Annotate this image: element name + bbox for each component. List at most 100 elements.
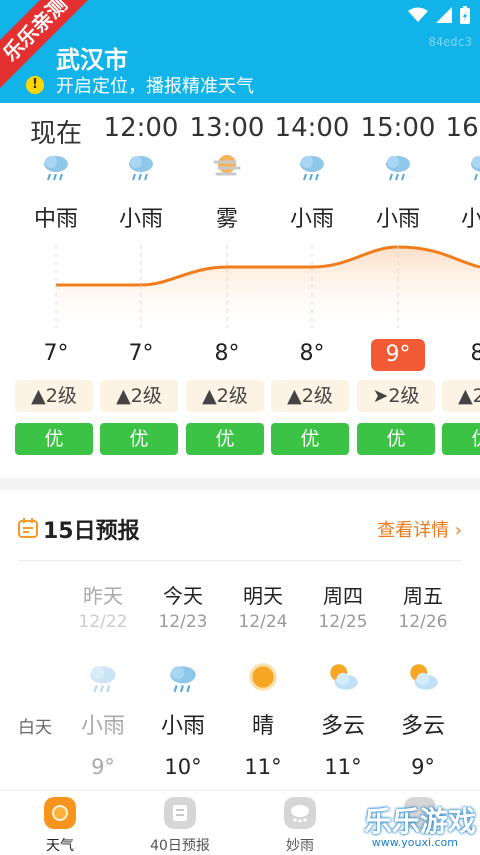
device-id: 84edc3 [428, 35, 472, 49]
hour-condition: 中雨 [33, 207, 78, 232]
day-date: 12/23 [158, 612, 208, 632]
watermark-logo: 乐乐游戏 [363, 805, 476, 838]
hour-aqi: 优 [442, 423, 480, 455]
status-bar [408, 6, 470, 24]
wifi-icon [408, 7, 428, 22]
fog-icon [213, 155, 241, 176]
section-divider [0, 478, 480, 490]
calendar-icon [18, 518, 38, 538]
day-condition: 小雨 [80, 714, 125, 739]
rain-cloud-icon [471, 156, 480, 181]
rain-cloud-icon [386, 156, 410, 181]
wind-direction-icon: ▲ [31, 385, 46, 407]
day-condition: 小雨 [160, 714, 205, 739]
nav-label: 天气 [46, 838, 74, 854]
app-header: 84edc3 武汉市 ! 开启定位，播报精准天气 乐乐亲测 [0, 0, 480, 103]
hour-time: 13:00 [189, 113, 265, 143]
battery-icon [460, 6, 470, 24]
wind-direction-icon: ▲ [287, 385, 302, 407]
hour-time: 16:00 [445, 113, 480, 143]
day-column[interactable]: 周五 12/26 多云 9° [383, 580, 463, 779]
hour-aqi: 优 [357, 423, 435, 455]
hour-condition: 小雨 [289, 207, 334, 232]
nav-tab-weather[interactable]: 天气 [0, 797, 120, 855]
day-name: 明天 [243, 584, 283, 608]
day-name: 周五 [403, 584, 443, 608]
city-name[interactable]: 武汉市 [56, 40, 128, 75]
day-date: 12/26 [398, 612, 448, 632]
hour-aqi: 优 [100, 423, 178, 455]
view-details-link[interactable]: 查看详情 › [377, 516, 462, 542]
day-date: 12/24 [238, 612, 288, 632]
day-column[interactable]: 周四 12/25 多云 11° [303, 580, 383, 779]
hour-time: 12:00 [103, 113, 179, 143]
hour-temp: 8° [470, 341, 480, 366]
hour-condition: 雾 [215, 207, 238, 232]
day-condition: 多云 [400, 714, 445, 739]
day-date: 12/22 [78, 612, 128, 632]
wind-direction-icon: ▲ [202, 385, 217, 407]
day-column[interactable]: 今天 12/23 小雨 10° [143, 580, 223, 779]
nav-tab-rain[interactable]: 妙雨 [240, 797, 360, 855]
rain-tab-icon [284, 797, 316, 829]
daytime-label: 白天 [18, 718, 52, 738]
day-temp: 11° [324, 755, 362, 779]
hour-condition: 小雨 [375, 207, 420, 232]
warning-icon: ! [26, 76, 44, 94]
hour-aqi: 优 [15, 423, 93, 455]
wind-direction-icon: ▲ [116, 385, 131, 407]
weather-tab-icon [44, 797, 76, 829]
rain-cloud-icon [44, 156, 68, 181]
nav-label: 40日预报 [150, 838, 210, 854]
day-temp: 9° [91, 755, 115, 779]
partly-cloudy-icon [330, 664, 358, 690]
nav-label: 妙雨 [286, 838, 314, 854]
hour-wind: ▲2级 [442, 380, 480, 412]
signal-icon [436, 7, 452, 23]
hour-condition: 小雨 [460, 207, 480, 232]
location-hint: 开启定位，播报精准天气 [56, 76, 254, 97]
hour-aqi: 优 [186, 423, 264, 455]
hour-temp-highlight: 9° [371, 339, 425, 371]
day-condition: 晴 [251, 714, 274, 739]
hour-wind: ➤2级 [357, 380, 435, 412]
watermark-url: www.youxi.com [371, 836, 458, 849]
rain-cloud-icon [170, 666, 196, 693]
day-temp: 9° [411, 755, 435, 779]
hour-temp: 7° [128, 341, 154, 366]
day-name: 今天 [163, 584, 203, 608]
hour-wind: ▲2级 [100, 380, 178, 412]
wind-direction-icon: ➤ [372, 385, 389, 407]
day-date: 12/25 [318, 612, 368, 632]
day-condition: 多云 [320, 714, 365, 739]
nav-tab-40day[interactable]: 40日预报 [120, 797, 240, 855]
hourly-forecast[interactable]: 现在 中雨 7° ▲2级 优 12:00 小雨 7° ▲2级 优 13:00 雾… [0, 103, 480, 463]
partly-cloudy-icon [410, 664, 438, 690]
day-temp: 11° [244, 755, 282, 779]
hour-aqi: 优 [271, 423, 349, 455]
hour-temp: 8° [214, 341, 240, 366]
day-column[interactable]: 明天 12/24 晴 11° [223, 580, 303, 779]
hour-wind: ▲2级 [271, 380, 349, 412]
location-prompt[interactable]: ! 开启定位，播报精准天气 [26, 72, 254, 98]
hour-time: 14:00 [274, 113, 350, 143]
hour-time: 15:00 [360, 113, 436, 143]
hour-condition: 小雨 [118, 207, 163, 232]
rain-cloud-icon [129, 156, 153, 181]
hour-temp: 7° [43, 341, 69, 366]
hour-temp: 8° [299, 341, 325, 366]
calendar-tab-icon [164, 797, 196, 829]
hour-wind: ▲2级 [15, 380, 93, 412]
hour-wind: ▲2级 [186, 380, 264, 412]
day-name: 昨天 [83, 584, 123, 608]
hour-time: 现在 [29, 119, 82, 149]
day-temp: 10° [164, 755, 202, 779]
forecast-15-title: 15日预报 [43, 519, 140, 544]
day-column[interactable]: 昨天 12/22 小雨 9° [63, 580, 143, 779]
wind-direction-icon: ▲ [458, 385, 473, 407]
sun-icon [249, 663, 277, 691]
rain-cloud-icon [300, 156, 324, 181]
day-name: 周四 [323, 584, 363, 608]
rain-cloud-icon [90, 666, 116, 693]
divider [18, 560, 462, 561]
